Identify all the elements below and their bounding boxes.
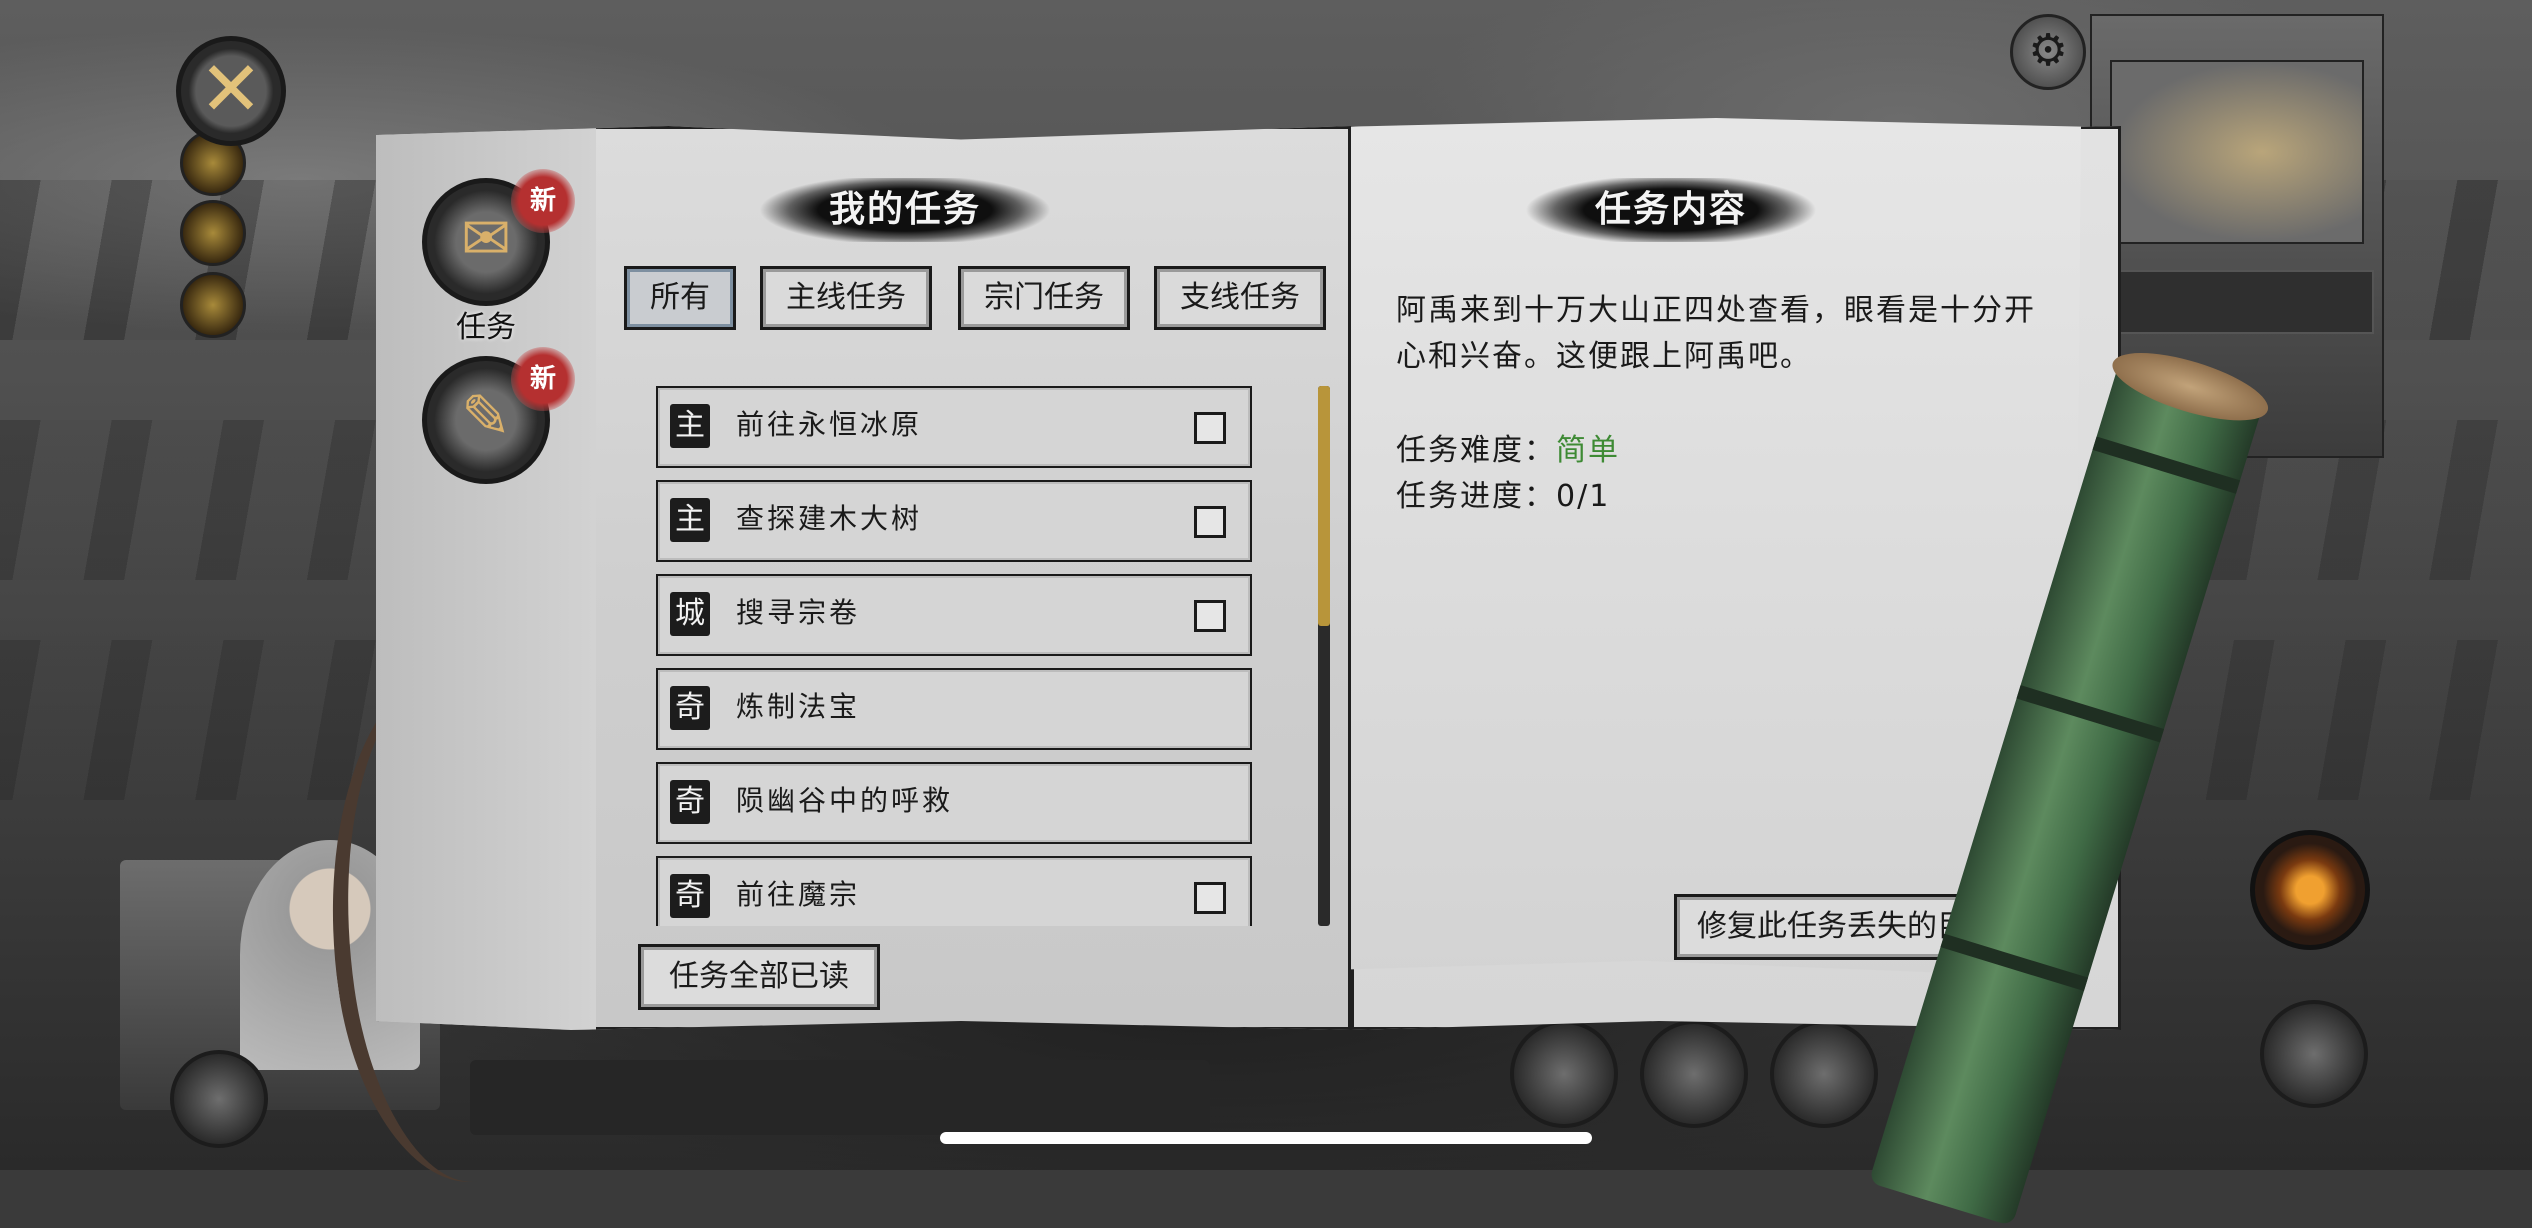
realm-icon bbox=[170, 1050, 268, 1148]
progress-value: 0/1 bbox=[1556, 479, 1611, 514]
track-checkbox[interactable] bbox=[1194, 882, 1226, 914]
quest-name: 查探建木大树 bbox=[736, 502, 923, 535]
settings-gear-icon[interactable]: ⚙ bbox=[2010, 14, 2086, 90]
bamboo-node bbox=[2016, 685, 2165, 743]
quest-row[interactable]: 奇 陨幽谷中的呼救 bbox=[656, 762, 1252, 844]
quest-type-tag: 奇 bbox=[670, 686, 710, 730]
bamboo-node bbox=[1940, 933, 2089, 992]
skill-button bbox=[1510, 1020, 1618, 1128]
mail-button bbox=[2260, 1000, 2368, 1108]
bamboo-node bbox=[2092, 436, 2241, 494]
quest-row[interactable]: 奇 炼制法宝 bbox=[656, 668, 1252, 750]
quest-row[interactable]: 城 搜寻宗卷 bbox=[656, 574, 1252, 656]
progress-label: 任务进度： bbox=[1396, 479, 1556, 514]
home-indicator[interactable] bbox=[940, 1132, 1592, 1144]
difficulty-value: 简单 bbox=[1556, 433, 1620, 468]
quest-list-title: 我的任务 bbox=[760, 178, 1050, 242]
track-checkbox[interactable] bbox=[1194, 506, 1226, 538]
explore-button bbox=[1640, 1020, 1748, 1128]
quest-type-tag: 主 bbox=[670, 498, 710, 542]
quest-type-tag: 主 bbox=[670, 404, 710, 448]
quest-name: 炼制法宝 bbox=[736, 690, 861, 723]
close-button[interactable]: ✕ bbox=[176, 36, 286, 146]
filter-main[interactable]: 主线任务 bbox=[760, 266, 932, 330]
quest-list-scrollbar[interactable] bbox=[1318, 386, 1330, 926]
progress-row: 任务进度：0/1 bbox=[1396, 474, 1610, 520]
quest-list[interactable]: 主 前往永恒冰原 主 查探建木大树 城 搜寻宗卷 奇 炼制法宝 奇 陨幽谷中的呼… bbox=[656, 386, 1256, 926]
difficulty-row: 任务难度：简单 bbox=[1396, 428, 1620, 474]
quest-name: 陨幽谷中的呼救 bbox=[736, 784, 954, 817]
new-badge: 新 bbox=[511, 169, 575, 233]
quest-book: ✉ 新 任务 ✎ 新 我的任务 任务内容 所有 主线任务 宗门任务 支线任务 主… bbox=[376, 118, 2121, 1030]
quest-name: 前往永恒冰原 bbox=[736, 408, 923, 441]
quest-row[interactable]: 主 前往永恒冰原 bbox=[656, 386, 1252, 468]
tab-quests-label: 任务 bbox=[456, 310, 516, 345]
filter-sect[interactable]: 宗门任务 bbox=[958, 266, 1130, 330]
scroll-thumb[interactable] bbox=[1318, 386, 1330, 626]
track-checkbox[interactable] bbox=[1194, 412, 1226, 444]
buff-icon bbox=[180, 200, 246, 266]
technique-button bbox=[1770, 1020, 1878, 1128]
tab-quests[interactable]: ✉ 新 bbox=[422, 169, 575, 306]
filter-all[interactable]: 所有 bbox=[624, 266, 736, 330]
buff-icon bbox=[180, 272, 246, 338]
track-checkbox[interactable] bbox=[1194, 600, 1226, 632]
task-tracker-header bbox=[2110, 270, 2374, 334]
quest-description: 阿禹来到十万大山正四处查看，眼看是十分开心和兴奋。这便跟上阿禹吧。 bbox=[1396, 293, 2036, 374]
quest-row[interactable]: 奇 前往魔宗 bbox=[656, 856, 1252, 926]
difficulty-label: 任务难度： bbox=[1396, 433, 1556, 468]
quest-row[interactable]: 主 查探建木大树 bbox=[656, 480, 1252, 562]
quest-name: 前往魔宗 bbox=[736, 878, 861, 911]
eye-icon bbox=[2250, 830, 2370, 950]
tab-letters[interactable]: ✎ 新 bbox=[422, 347, 575, 484]
quest-type-tag: 奇 bbox=[670, 874, 710, 918]
quest-detail-title: 任务内容 bbox=[1526, 178, 1816, 242]
quest-type-tag: 城 bbox=[670, 592, 710, 636]
new-badge: 新 bbox=[511, 347, 575, 411]
quest-name: 搜寻宗卷 bbox=[736, 596, 861, 629]
mark-all-read-button[interactable]: 任务全部已读 bbox=[638, 944, 880, 1010]
filter-side[interactable]: 支线任务 bbox=[1154, 266, 1326, 330]
minimap bbox=[2110, 60, 2364, 244]
quest-type-tag: 奇 bbox=[670, 780, 710, 824]
